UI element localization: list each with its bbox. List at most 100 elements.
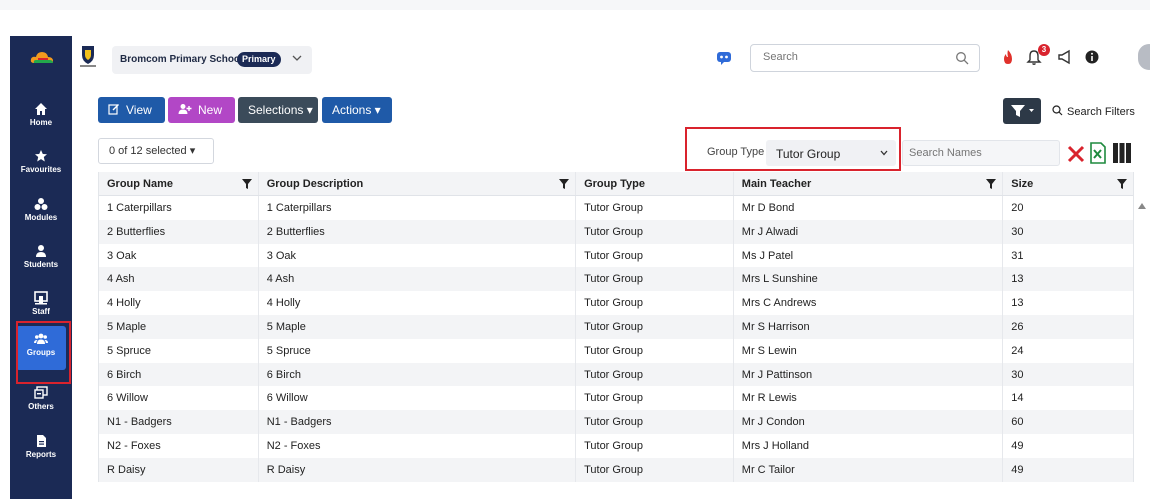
column-header-group-type[interactable]: Group Type [576, 172, 734, 195]
cell-group-name: 4 Ash [99, 267, 259, 292]
cell-group-description: 1 Caterpillars [259, 196, 577, 220]
table-row[interactable]: 4 Holly 4 Holly Tutor Group Mrs C Andrews 13 [99, 291, 1133, 315]
fire-icon[interactable] [1000, 48, 1016, 66]
cell-group-type: Tutor Group [576, 338, 734, 363]
groups-highlight-box [16, 321, 71, 384]
cell-group-type: Tutor Group [576, 433, 734, 458]
actions-button[interactable]: Actions ▾ [322, 97, 392, 123]
table-row[interactable]: N1 - Badgers N1 - Badgers Tutor Group Mr J … [99, 410, 1133, 434]
cell-size: 49 [1011, 463, 1024, 476]
sidebar-item-favourites[interactable]: Favourites [10, 143, 72, 187]
selections-button[interactable]: Selections ▾ [238, 97, 318, 123]
report-icon [37, 435, 46, 447]
cell-group-type: Tutor Group [576, 410, 734, 434]
column-filter-icon[interactable] [559, 179, 570, 189]
column-header-label: Group Description [266, 178, 364, 190]
search-names-input[interactable] [909, 147, 1049, 159]
column-header-label: Group Type [584, 178, 645, 190]
cell-main-teacher: Mr J Pattinson [734, 362, 1004, 387]
search-names-field[interactable] [902, 140, 1060, 166]
cell-main-teacher: Mr J Condon [734, 410, 1004, 434]
chat-bot-icon[interactable] [716, 50, 732, 66]
cell-group-name: 2 Butterflies [99, 219, 259, 244]
column-header-size[interactable]: Size [1003, 172, 1133, 195]
table-row[interactable]: 1 Caterpillars 1 Caterpillars Tutor Group M… [99, 196, 1133, 220]
column-filter-icon[interactable] [986, 179, 997, 189]
sidebar-item-label: Favourites [20, 165, 62, 174]
info-icon[interactable] [1084, 48, 1100, 66]
column-filter-icon[interactable] [1117, 179, 1127, 189]
cell-main-teacher: Mr C Tailor [734, 457, 1004, 482]
search-icon[interactable] [955, 51, 969, 65]
table-row[interactable]: 6 Willow 6 Willow Tutor Group Mr R Lewis 14 [99, 386, 1133, 411]
cell-group-type: Tutor Group [576, 219, 734, 244]
modules-icon [34, 198, 48, 210]
cell-size: 13 [1011, 297, 1024, 310]
cell-group-type: Tutor Group [576, 386, 734, 411]
cell-group-type: Tutor Group [576, 457, 734, 482]
group-type-select[interactable]: Tutor Group [766, 140, 896, 166]
cell-group-name: 5 Spruce [99, 338, 259, 363]
column-header-group-name[interactable]: Group Name [99, 172, 259, 195]
sidebar-item-label: Others [28, 402, 54, 411]
home-icon [35, 103, 47, 115]
main-content: View New Selections ▾ Actions ▾ Search F… [72, 84, 1150, 499]
table-row[interactable]: 3 Oak 3 Oak Tutor Group Ms J Patel 31 [99, 243, 1133, 268]
bromcom-logo-icon[interactable] [30, 50, 54, 64]
sidebar-item-students[interactable]: Students [10, 238, 72, 282]
table-row[interactable]: 2 Butterflies 2 Butterflies Tutor Group Mr … [99, 219, 1133, 244]
cell-main-teacher: Ms J Patel [734, 243, 1004, 268]
excel-export-icon[interactable] [1088, 141, 1108, 165]
new-button[interactable]: New [168, 97, 235, 123]
scroll-up-arrow-icon[interactable] [1138, 202, 1146, 210]
search-icon [1052, 105, 1063, 116]
table-row[interactable]: 5 Spruce 5 Spruce Tutor Group Mr S Lewin 24 [99, 338, 1133, 363]
view-button[interactable]: View [98, 97, 165, 123]
cell-group-description: 2 Butterflies [259, 219, 577, 244]
filter-dropdown-button[interactable] [1003, 98, 1041, 124]
selected-count-dropdown[interactable]: 0 of 12 selected ▾ [98, 138, 214, 164]
cell-main-teacher: Mr S Lewin [734, 338, 1004, 363]
table-row[interactable]: 5 Maple 5 Maple Tutor Group Mr S Harrison 26 [99, 314, 1133, 339]
cell-main-teacher: Mrs C Andrews [734, 291, 1004, 315]
columns-icon[interactable] [1112, 141, 1132, 165]
cell-size: 13 [1011, 273, 1024, 286]
cell-size: 14 [1011, 392, 1024, 405]
table-row[interactable]: 6 Birch 6 Birch Tutor Group Mr J Pattinson 3… [99, 362, 1133, 387]
column-filter-icon[interactable] [241, 179, 252, 189]
table-header-row: Group Name Group Description Group Type … [99, 172, 1133, 196]
others-icon [34, 386, 48, 399]
sidebar-item-label: Modules [24, 213, 58, 222]
megaphone-icon[interactable] [1057, 48, 1073, 66]
clear-filter-icon[interactable] [1066, 141, 1086, 165]
cell-size: 26 [1011, 320, 1024, 333]
sidebar-item-others[interactable]: Others [10, 380, 72, 424]
global-search-input[interactable] [763, 51, 933, 63]
cell-group-description: 5 Spruce [259, 338, 577, 363]
sidebar-item-modules[interactable]: Modules [10, 191, 72, 235]
cell-size: 30 [1011, 368, 1024, 381]
cell-group-description: 3 Oak [259, 243, 577, 268]
school-selector[interactable]: Bromcom Primary School Primary [112, 46, 312, 74]
cell-group-description: 6 Birch [259, 362, 577, 387]
group-type-value: Tutor Group [776, 147, 841, 161]
table-row[interactable]: R Daisy R Daisy Tutor Group Mr C Tailor 49 [99, 457, 1133, 482]
sidebar-item-reports[interactable]: Reports [10, 428, 72, 472]
top-header: Bromcom Primary School Primary 3 [72, 36, 1150, 84]
user-avatar[interactable] [1138, 44, 1150, 70]
sidebar-item-label: Students [23, 260, 59, 269]
column-header-group-description[interactable]: Group Description [259, 172, 577, 195]
column-header-label: Size [1011, 178, 1034, 190]
cell-group-name: N1 - Badgers [99, 410, 259, 434]
column-header-main-teacher[interactable]: Main Teacher [734, 172, 1004, 195]
sidebar-item-label: Home [29, 118, 53, 127]
sidebar-item-label: Staff [32, 307, 50, 316]
cell-group-name: 6 Birch [99, 362, 259, 387]
sidebar-item-home[interactable]: Home [10, 96, 72, 140]
cell-group-name: 4 Holly [99, 291, 259, 315]
cell-group-type: Tutor Group [576, 362, 734, 387]
table-row[interactable]: N2 - Foxes N2 - Foxes Tutor Group Mrs J Hol… [99, 433, 1133, 458]
global-search[interactable] [750, 44, 980, 72]
search-filters-link[interactable]: Search Filters [1052, 105, 1135, 118]
table-row[interactable]: 4 Ash 4 Ash Tutor Group Mrs L Sunshine 13 [99, 267, 1133, 292]
